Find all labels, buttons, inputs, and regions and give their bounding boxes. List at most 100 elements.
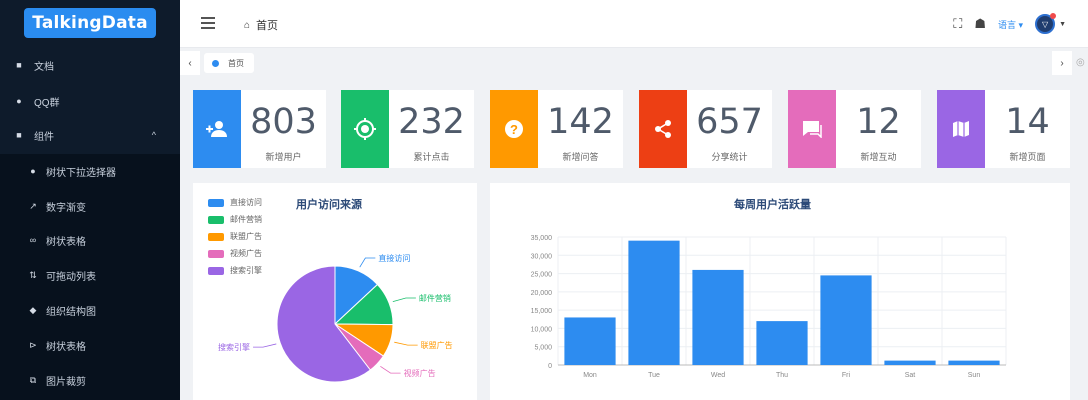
sidebar-subitem-org[interactable]: ◆ 组织结构图 bbox=[0, 294, 180, 326]
y-tick-label: 10,000 bbox=[531, 326, 553, 333]
stat-label: 新增页面 bbox=[1009, 152, 1046, 162]
y-tick-label: 25,000 bbox=[531, 272, 553, 279]
add-user-icon bbox=[193, 90, 241, 168]
app-root: TalkingData ■ 文档 ● QQ群 ■ 组件 ^ ● 树状下拉选择器 … bbox=[0, 0, 1088, 400]
sidebar: TalkingData ■ 文档 ● QQ群 ■ 组件 ^ ● 树状下拉选择器 … bbox=[0, 0, 180, 400]
stat-label: 新增互动 bbox=[860, 152, 897, 162]
sidebar-item-label: QQ群 bbox=[34, 97, 60, 109]
sidebar-subitem-label: 树状表格 bbox=[46, 341, 86, 353]
lock-icon[interactable]: ☗ bbox=[974, 16, 986, 32]
stat-value: 12 bbox=[856, 102, 901, 142]
sidebar-subitem-tree-table[interactable]: ∞ 树状表格 bbox=[0, 224, 180, 256]
pie-label-line bbox=[253, 343, 277, 348]
bar[interactable] bbox=[820, 275, 872, 365]
sidebar-subitem-label: 可拖动列表 bbox=[46, 271, 96, 283]
pie-label-line bbox=[380, 365, 401, 374]
stat-value: 803 bbox=[250, 102, 317, 142]
pie-slice-label: 直接访问 bbox=[378, 253, 410, 263]
menu-toggle-icon[interactable] bbox=[201, 17, 215, 29]
pie-chart: 直接访问邮件营销联盟广告视频广告 搜索引擎 bbox=[218, 253, 453, 383]
y-tick-label: 0 bbox=[548, 363, 552, 370]
component-icon: ■ bbox=[16, 130, 22, 140]
stat-label: 分享统计 bbox=[711, 152, 748, 162]
tabs-scroll-right-icon[interactable]: › bbox=[1052, 51, 1072, 75]
avatar[interactable]: ▽ bbox=[1035, 13, 1057, 34]
sidebar-item-label: 组件 bbox=[34, 131, 54, 143]
stat-label: 新增用户 bbox=[265, 152, 302, 162]
sidebar-subitem-label: 数字渐变 bbox=[46, 202, 86, 214]
bar[interactable] bbox=[756, 321, 808, 365]
sidebar-subitem-label: 树状表格 bbox=[46, 236, 86, 248]
svg-text:?: ? bbox=[510, 122, 518, 137]
pie-label-line bbox=[394, 341, 418, 346]
language-select[interactable]: 语言 ▾ bbox=[998, 18, 1023, 31]
stat-label: 新增问答 bbox=[562, 152, 599, 162]
tree-icon: ⊳ bbox=[29, 339, 37, 350]
bar[interactable] bbox=[564, 317, 616, 365]
y-tick-label: 35,000 bbox=[531, 235, 553, 242]
tree-select-icon: ● bbox=[30, 166, 36, 176]
sidebar-subitem-label: 树状下拉选择器 bbox=[46, 167, 116, 179]
sidebar-subitem-tree[interactable]: ⊳ 树状表格 bbox=[0, 329, 180, 361]
x-tick-label: Fri bbox=[842, 372, 851, 379]
pie-slice-label: 搜索引擎 bbox=[218, 342, 250, 352]
drag-list-icon: ⇅ bbox=[29, 269, 37, 280]
y-tick-label: 30,000 bbox=[531, 253, 553, 260]
stat-value: 657 bbox=[696, 102, 763, 142]
x-tick-label: Wed bbox=[711, 372, 725, 379]
stat-card-clicks: 232 累计点击 bbox=[341, 90, 474, 168]
tree-table-icon: ∞ bbox=[29, 235, 37, 245]
sidebar-subitem-count-to[interactable]: ↗ 数字渐变 bbox=[0, 190, 180, 222]
pie-slice-label: 邮件营销 bbox=[419, 293, 451, 303]
map-icon bbox=[937, 90, 985, 168]
breadcrumb-home[interactable]: 首页 bbox=[256, 17, 278, 33]
x-tick-label: Sat bbox=[905, 372, 916, 379]
sidebar-subitem-tree-select[interactable]: ● 树状下拉选择器 bbox=[0, 155, 180, 187]
bar[interactable] bbox=[884, 360, 936, 365]
target-icon bbox=[341, 90, 389, 168]
chevron-up-icon: ^ bbox=[151, 130, 156, 140]
tabs-scroll-left-icon[interactable]: ‹ bbox=[180, 51, 200, 75]
visit-source-panel: 用户访问来源 直接访问 邮件营销 联盟广告 视频广告 搜索引擎 直接访问 邮件营销… bbox=[193, 183, 477, 400]
home-icon: ⌂ bbox=[244, 19, 251, 31]
sidebar-subitem-cropper[interactable]: ⧉ 图片裁剪 bbox=[0, 364, 180, 396]
sidebar-item-components[interactable]: ■ 组件 ^ bbox=[0, 119, 180, 151]
y-tick-label: 5,000 bbox=[534, 345, 552, 352]
tags-nav: ‹ 首页 › ◎ bbox=[180, 49, 1088, 77]
count-to-icon: ↗ bbox=[29, 200, 37, 211]
stat-value: 142 bbox=[547, 102, 614, 142]
bar[interactable] bbox=[948, 360, 1000, 365]
stat-card-new-users: 803 新增用户 bbox=[193, 90, 326, 168]
sidebar-item-docs[interactable]: ■ 文档 bbox=[0, 49, 180, 81]
org-icon: ◆ bbox=[29, 304, 37, 315]
stat-value: 232 bbox=[398, 102, 465, 142]
stat-card-questions: ? 142 新增问答 bbox=[490, 90, 623, 168]
tab-home[interactable]: 首页 bbox=[204, 53, 254, 73]
y-tick-label: 15,000 bbox=[531, 308, 553, 315]
sidebar-subitem-drag-list[interactable]: ⇅ 可拖动列表 bbox=[0, 259, 180, 291]
cropper-icon: ⧉ bbox=[29, 374, 37, 385]
pie-label-line bbox=[359, 257, 376, 268]
bar[interactable] bbox=[692, 269, 744, 365]
x-tick-label: Thu bbox=[776, 372, 788, 379]
stat-card-interactions: 12 新增互动 bbox=[788, 90, 921, 168]
stat-card-shares: 657 分享统计 bbox=[639, 90, 772, 168]
pie-slice-label: 联盟广告 bbox=[421, 340, 453, 350]
notification-dot bbox=[1050, 13, 1057, 19]
weekly-active-panel: 每周用户活跃量 0 5,000 10,000 15,000 20,000 25,000 30… bbox=[490, 183, 1070, 400]
share-icon bbox=[639, 90, 687, 168]
fullscreen-icon[interactable]: ⛶ bbox=[953, 16, 962, 32]
brand-logo[interactable]: TalkingData bbox=[24, 8, 156, 38]
sidebar-item-qq[interactable]: ● QQ群 bbox=[0, 85, 180, 117]
chevron-down-icon[interactable]: ▼ bbox=[1059, 21, 1066, 28]
chat-icon bbox=[788, 90, 836, 168]
sidebar-subitem-label: 组织结构图 bbox=[46, 306, 96, 318]
stat-card-pages: 14 新增页面 bbox=[937, 90, 1070, 168]
y-tick-label: 20,000 bbox=[531, 290, 553, 297]
pie-label-line bbox=[392, 297, 416, 303]
bar-chart: 0 5,000 10,000 15,000 20,000 25,000 30,000 35,0… bbox=[531, 235, 1007, 379]
stat-value: 14 bbox=[1005, 102, 1050, 142]
close-tabs-icon[interactable]: ◎ bbox=[1076, 57, 1085, 68]
bar[interactable] bbox=[628, 240, 680, 365]
document-icon: ■ bbox=[16, 60, 22, 70]
